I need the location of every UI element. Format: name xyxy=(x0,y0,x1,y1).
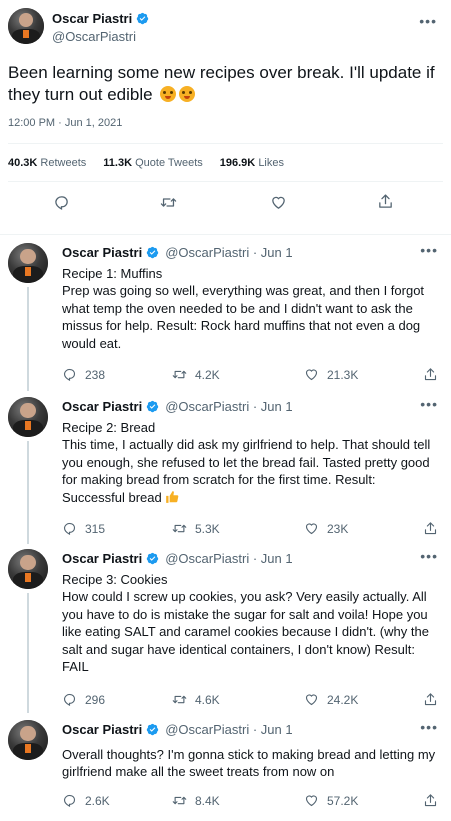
quote-tweets-stat[interactable]: 11.3K Quote Tweets xyxy=(103,157,202,169)
author-info: Oscar Piastri @OscarPiastri xyxy=(52,11,149,44)
verified-badge-icon xyxy=(137,12,149,25)
more-icon[interactable]: ••• xyxy=(420,549,438,563)
divider xyxy=(8,143,443,144)
author-name[interactable]: Oscar Piastri xyxy=(62,399,142,414)
tweet-actions xyxy=(0,192,451,214)
avatar[interactable] xyxy=(8,397,48,437)
reply-header: Oscar Piastri @OscarPiastri · Jun 1 xyxy=(62,399,293,414)
like-icon xyxy=(304,367,319,382)
like-button[interactable]: 23K xyxy=(304,521,348,536)
retweet-button[interactable]: 8.4K xyxy=(172,793,220,808)
reply-text: Recipe 1: Muffins Prep was going so well… xyxy=(62,266,425,351)
reply-header: Oscar Piastri @OscarPiastri · Jun 1 xyxy=(62,722,293,737)
thread-reply[interactable]: Oscar Piastri @OscarPiastri · Jun 1 ••• … xyxy=(0,549,451,713)
retweet-icon[interactable] xyxy=(160,194,177,211)
main-tweet-header: Oscar Piastri @OscarPiastri ••• xyxy=(8,8,443,56)
reply-icon xyxy=(62,793,77,808)
handle-and-date[interactable]: @OscarPiastri · Jun 1 xyxy=(165,551,292,566)
reply-icon[interactable] xyxy=(53,194,70,211)
author-name[interactable]: Oscar Piastri xyxy=(62,722,142,737)
reply-actions: 315 5.3K 23K xyxy=(62,521,442,537)
retweet-icon xyxy=(172,692,187,707)
handle-and-date[interactable]: @OscarPiastri · Jun 1 xyxy=(165,722,292,737)
retweet-button[interactable]: 4.2K xyxy=(172,367,220,382)
reply-icon xyxy=(62,521,77,536)
reply-actions: 238 4.2K 21.3K xyxy=(62,367,442,383)
thread-line xyxy=(27,287,29,391)
author-name[interactable]: Oscar Piastri xyxy=(62,551,142,566)
like-icon[interactable] xyxy=(270,194,287,211)
reply-header: Oscar Piastri @OscarPiastri · Jun 1 xyxy=(62,245,293,260)
like-button[interactable]: 57.2K xyxy=(304,793,358,808)
divider xyxy=(8,181,443,182)
retweets-stat[interactable]: 40.3K Retweets xyxy=(8,157,86,169)
like-button[interactable]: 24.2K xyxy=(304,692,358,707)
reply-button[interactable]: 296 xyxy=(62,692,105,707)
more-icon[interactable]: ••• xyxy=(419,14,437,28)
reply-icon xyxy=(62,367,77,382)
verified-badge-icon xyxy=(147,400,159,413)
reply-button[interactable]: 2.6K xyxy=(62,793,110,808)
share-button[interactable] xyxy=(423,367,438,382)
more-icon[interactable]: ••• xyxy=(420,243,438,257)
author-name[interactable]: Oscar Piastri xyxy=(52,11,132,26)
thumbs-up-emoji-icon xyxy=(165,490,179,503)
reply-actions: 2.6K 8.4K 57.2K xyxy=(62,793,442,809)
more-icon[interactable]: ••• xyxy=(420,397,438,411)
reply-button[interactable]: 238 xyxy=(62,367,105,382)
more-icon[interactable]: ••• xyxy=(420,720,438,734)
share-icon xyxy=(423,692,438,707)
handle-and-date[interactable]: @OscarPiastri · Jun 1 xyxy=(165,245,292,260)
tweet-text: Been learning some new recipes over brea… xyxy=(8,63,435,104)
retweet-button[interactable]: 5.3K xyxy=(172,521,220,536)
verified-badge-icon xyxy=(147,246,159,259)
avatar[interactable] xyxy=(8,8,44,44)
retweet-icon xyxy=(172,793,187,808)
share-icon xyxy=(423,793,438,808)
like-icon xyxy=(304,793,319,808)
avatar[interactable] xyxy=(8,243,48,283)
thread-reply[interactable]: Oscar Piastri @OscarPiastri · Jun 1 ••• … xyxy=(0,397,451,544)
face-emoji-icon xyxy=(160,86,177,102)
share-button[interactable] xyxy=(423,692,438,707)
thread-reply[interactable]: Oscar Piastri @OscarPiastri · Jun 1 ••• … xyxy=(0,720,451,820)
author-handle[interactable]: @OscarPiastri xyxy=(52,29,149,44)
face-emoji-icon xyxy=(179,86,196,102)
reply-actions: 296 4.6K 24.2K xyxy=(62,692,442,708)
like-icon xyxy=(304,692,319,707)
retweet-button[interactable]: 4.6K xyxy=(172,692,220,707)
reply-text: Recipe 2: Bread This time, I actually di… xyxy=(62,420,431,505)
share-icon xyxy=(423,367,438,382)
reply-icon xyxy=(62,692,77,707)
tweet-timestamp[interactable]: 12:00 PM · Jun 1, 2021 xyxy=(8,117,122,129)
thread-reply[interactable]: Oscar Piastri @OscarPiastri · Jun 1 ••• … xyxy=(0,243,451,391)
share-icon xyxy=(423,521,438,536)
reply-button[interactable]: 315 xyxy=(62,521,105,536)
share-icon[interactable] xyxy=(377,193,394,210)
thread-line xyxy=(27,593,29,713)
author-name[interactable]: Oscar Piastri xyxy=(62,245,142,260)
handle-and-date[interactable]: @OscarPiastri · Jun 1 xyxy=(165,399,292,414)
verified-badge-icon xyxy=(147,552,159,565)
like-icon xyxy=(304,521,319,536)
like-button[interactable]: 21.3K xyxy=(304,367,358,382)
retweet-icon xyxy=(172,521,187,536)
reply-text: Recipe 3: Cookies How could I screw up c… xyxy=(62,572,429,675)
share-button[interactable] xyxy=(423,521,438,536)
verified-badge-icon xyxy=(147,723,159,736)
share-button[interactable] xyxy=(423,793,438,808)
reply-header: Oscar Piastri @OscarPiastri · Jun 1 xyxy=(62,551,293,566)
reply-text: Overall thoughts? I'm gonna stick to mak… xyxy=(62,747,436,780)
thread-line xyxy=(27,441,29,544)
tweet-stats: 40.3K Retweets 11.3K Quote Tweets 196.9K… xyxy=(8,157,284,169)
likes-stat[interactable]: 196.9K Likes xyxy=(220,157,284,169)
retweet-icon xyxy=(172,367,187,382)
main-tweet: Oscar Piastri @OscarPiastri ••• Been lea… xyxy=(0,0,451,235)
avatar[interactable] xyxy=(8,549,48,589)
avatar[interactable] xyxy=(8,720,48,760)
